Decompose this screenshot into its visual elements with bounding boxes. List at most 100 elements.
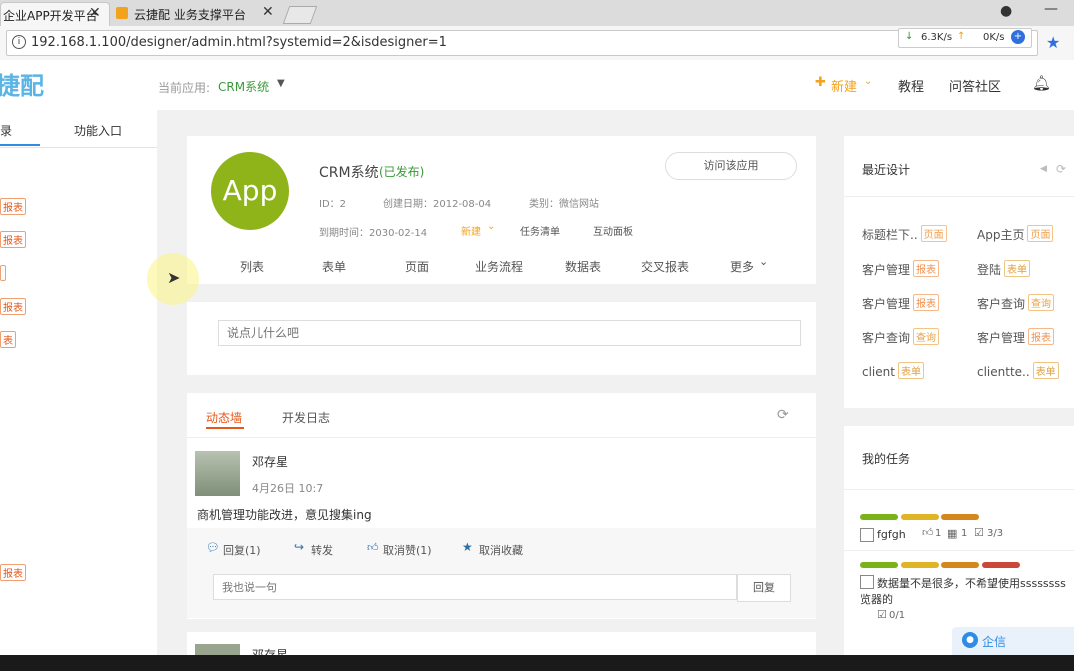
unfavorite-button[interactable]: 取消收藏 [479, 542, 523, 558]
task-checkbox[interactable] [860, 575, 874, 589]
nav-datatable[interactable]: 数据表 [565, 258, 601, 275]
nav-workflow[interactable]: 业务流程 [475, 258, 523, 275]
recent-item-name: clientte.. [977, 365, 1030, 379]
cursor-icon: ➤ [167, 268, 181, 287]
chevron-down-icon[interactable]: ⌄ [487, 221, 495, 232]
close-icon[interactable]: ✕ [262, 4, 274, 20]
refresh-icon[interactable]: ⟳ [777, 407, 789, 423]
sidebar-tab-directory[interactable]: 录 [0, 122, 12, 139]
type-badge: 表单 [1004, 260, 1031, 277]
nav-crosstab[interactable]: 交叉报表 [641, 258, 689, 275]
nav-form[interactable]: 表单 [322, 258, 346, 275]
reply-input[interactable] [213, 574, 737, 600]
unlike-button[interactable]: 取消赞(1) [383, 542, 432, 558]
post-author[interactable]: 邓存星 [252, 453, 288, 470]
url-field[interactable]: i 192.168.1.100/designer/admin.html?syst… [6, 30, 1038, 56]
recent-designs-title: 最近设计 [862, 163, 911, 177]
bell-icon[interactable]: 🔔︎ [1032, 74, 1051, 92]
avatar[interactable] [195, 451, 240, 496]
recent-item[interactable]: 客户管理 报表 [862, 260, 940, 278]
active-tab-indicator [206, 427, 244, 429]
browser-tab-2[interactable]: 云捷配 业务支撑平台 ✕ [110, 2, 280, 26]
chevron-down-icon[interactable]: ⌄ [864, 76, 872, 87]
refresh-icon[interactable]: ⟳ [1056, 162, 1066, 176]
recent-item[interactable]: 登陆 表单 [977, 260, 1031, 278]
prev-icon[interactable]: ◀ [1040, 164, 1047, 174]
activity-feed-card-next: 邓存星 [187, 632, 816, 655]
tab-dev-log[interactable]: 开发日志 [282, 409, 330, 426]
sidebar-tag[interactable]: 表 [0, 331, 16, 348]
task-progress-bar [860, 562, 898, 568]
tutorial-link[interactable]: 教程 [898, 76, 924, 95]
status-input[interactable] [218, 320, 801, 346]
avatar[interactable] [195, 644, 240, 655]
task-progress-bar [860, 514, 898, 520]
task-done: 3/3 [987, 528, 1004, 539]
recent-item[interactable]: 标题栏下.. 页面 [862, 225, 947, 243]
like-icon: 👍︎ [922, 526, 934, 539]
browser-tab-1[interactable]: 企业APP开发平台 ✕ [0, 2, 110, 27]
new-button[interactable]: 新建 [831, 76, 857, 95]
share-icon[interactable]: ↪ [294, 540, 304, 554]
recent-item[interactable]: 客户查询 查询 [977, 294, 1055, 312]
bookmark-star-icon[interactable]: ★ [1046, 33, 1060, 52]
app-action-panel[interactable]: 互动面板 [593, 223, 633, 238]
recent-item[interactable]: clientte.. 表单 [977, 362, 1059, 379]
reply-submit-button[interactable]: 回复 [737, 574, 791, 602]
share-button[interactable]: 转发 [311, 542, 333, 558]
like-icon[interactable]: 👍︎ [367, 541, 379, 554]
speed-indicator: ↓ 6.3K/s ↑ 0K/s + [898, 28, 1032, 48]
sidebar-tag[interactable] [0, 265, 6, 281]
chevron-down-icon[interactable]: ▼ [277, 78, 285, 89]
recent-item-name: 客户管理 [977, 331, 1026, 345]
task-name[interactable]: 数据量不是很多，不希望使用ssssssss [877, 575, 1066, 591]
community-link[interactable]: 问答社区 [949, 76, 1001, 95]
nav-list[interactable]: 列表 [240, 258, 264, 275]
info-icon[interactable]: i [12, 35, 26, 49]
current-app-selector[interactable]: CRM系统 [218, 78, 269, 95]
app-category: 类别：微信网站 [529, 199, 599, 210]
sidebar-tag[interactable]: 报表 [0, 198, 26, 215]
post-author[interactable]: 邓存星 [252, 646, 288, 655]
task-comments: 1 [961, 528, 968, 539]
plus-icon[interactable]: ✚ [815, 75, 826, 90]
recent-item[interactable]: 客户管理 报表 [977, 328, 1055, 346]
recent-item-name: 标题栏下.. [862, 228, 918, 242]
app-icon[interactable]: App [211, 152, 289, 230]
close-icon[interactable]: ✕ [89, 5, 101, 21]
recent-item[interactable]: client 表单 [862, 362, 924, 379]
sidebar-tag[interactable]: 报表 [0, 231, 26, 248]
recent-item[interactable]: App主页 页面 [977, 225, 1054, 243]
task-checkbox[interactable] [860, 528, 874, 542]
logo[interactable]: 捷配 [0, 66, 44, 101]
tab-activity-wall[interactable]: 动态墙 [206, 409, 242, 426]
current-app-label: 当前应用: [158, 81, 211, 95]
chevron-down-icon[interactable]: ⌄ [759, 255, 768, 268]
my-tasks-card: 我的任务 fgfgh 👍︎ 1 ▦ 1 ☑ 3/3 数据量不是很多，不希望使用s… [844, 426, 1074, 655]
type-badge: 页面 [920, 225, 947, 242]
star-icon[interactable]: ★ [462, 540, 473, 554]
task-name[interactable]: fgfgh [877, 528, 906, 541]
reply-button[interactable]: 回复(1) [223, 542, 261, 558]
new-tab-button[interactable] [282, 6, 318, 24]
sidebar-tag[interactable]: 报表 [0, 298, 26, 315]
sidebar-tag[interactable]: 报表 [0, 564, 26, 581]
nav-more[interactable]: 更多 [730, 258, 754, 275]
app-action-tasks[interactable]: 任务清单 [520, 223, 560, 238]
sidebar-tab-entry[interactable]: 功能入口 [74, 122, 122, 139]
extension-icon[interactable]: + [1011, 30, 1025, 44]
app-action-new[interactable]: 新建 [461, 223, 481, 238]
recent-item[interactable]: 客户管理 报表 [862, 294, 940, 312]
tab-title: 企业APP开发平台 [3, 9, 98, 23]
recent-item[interactable]: 客户查询 查询 [862, 328, 940, 346]
divider [187, 437, 816, 438]
checklist-icon: ☑ [974, 526, 984, 539]
nav-page[interactable]: 页面 [405, 258, 429, 275]
chat-widget[interactable]: ● 企信 [952, 627, 1074, 655]
reply-icon[interactable]: 💬︎ [206, 541, 220, 554]
minimize-icon[interactable]: — [1044, 1, 1058, 17]
app-id: ID：2 [319, 199, 347, 210]
account-icon[interactable]: ● [1000, 3, 1012, 19]
type-badge: 表单 [897, 362, 924, 379]
visit-app-button[interactable]: 访问该应用 [665, 152, 797, 180]
